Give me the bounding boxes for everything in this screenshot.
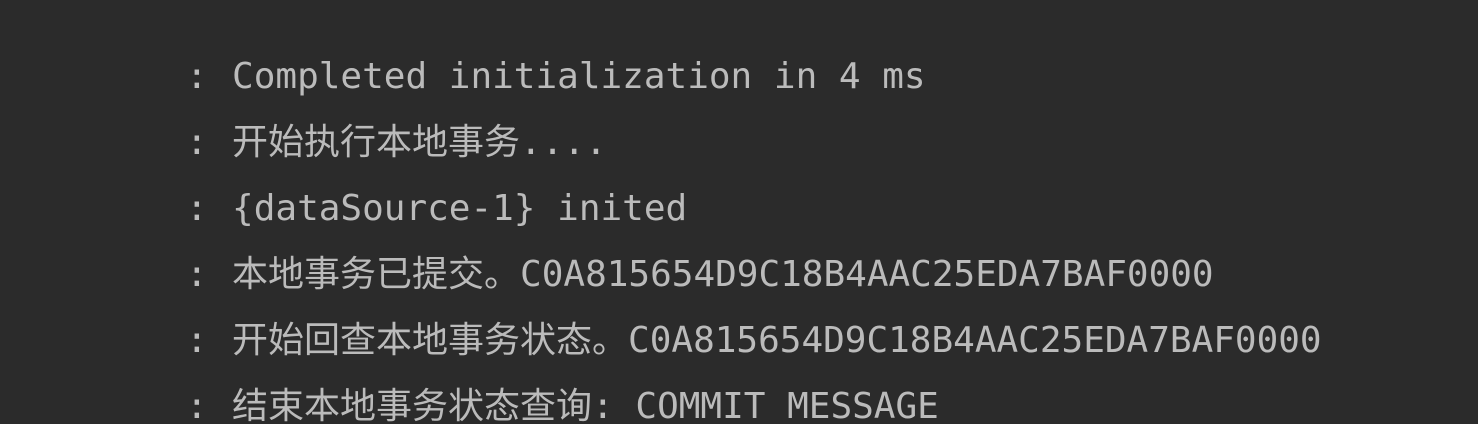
log-line-separator: :	[186, 122, 208, 163]
log-line: : Completed initialization in 4 ms	[56, 0, 1322, 97]
log-line-message: 开始执行本地事务....	[232, 122, 607, 163]
log-line-message: 结束本地事务状态查询: COMMIT_MESSAGE	[232, 386, 939, 424]
log-line-separator: :	[186, 188, 208, 229]
log-line-message: 本地事务已提交。C0A815654D9C18B4AAC25EDA7BAF0000	[232, 254, 1214, 295]
log-line-separator: :	[186, 320, 208, 361]
console-output-panel: : Completed initialization in 4 ms : 开始执行本…	[0, 0, 1478, 424]
log-line-separator: :	[186, 254, 208, 295]
log-line-message: 开始回查本地事务状态。C0A815654D9C18B4AAC25EDA7BAF0…	[232, 320, 1322, 361]
log-line-separator: :	[186, 56, 208, 97]
log-line-message: Completed initialization in 4 ms	[232, 56, 926, 97]
log-line-message: {dataSource-1} inited	[232, 188, 688, 229]
log-list: : Completed initialization in 4 ms : 开始执行本…	[56, 0, 1322, 424]
log-line-separator: :	[186, 386, 208, 424]
